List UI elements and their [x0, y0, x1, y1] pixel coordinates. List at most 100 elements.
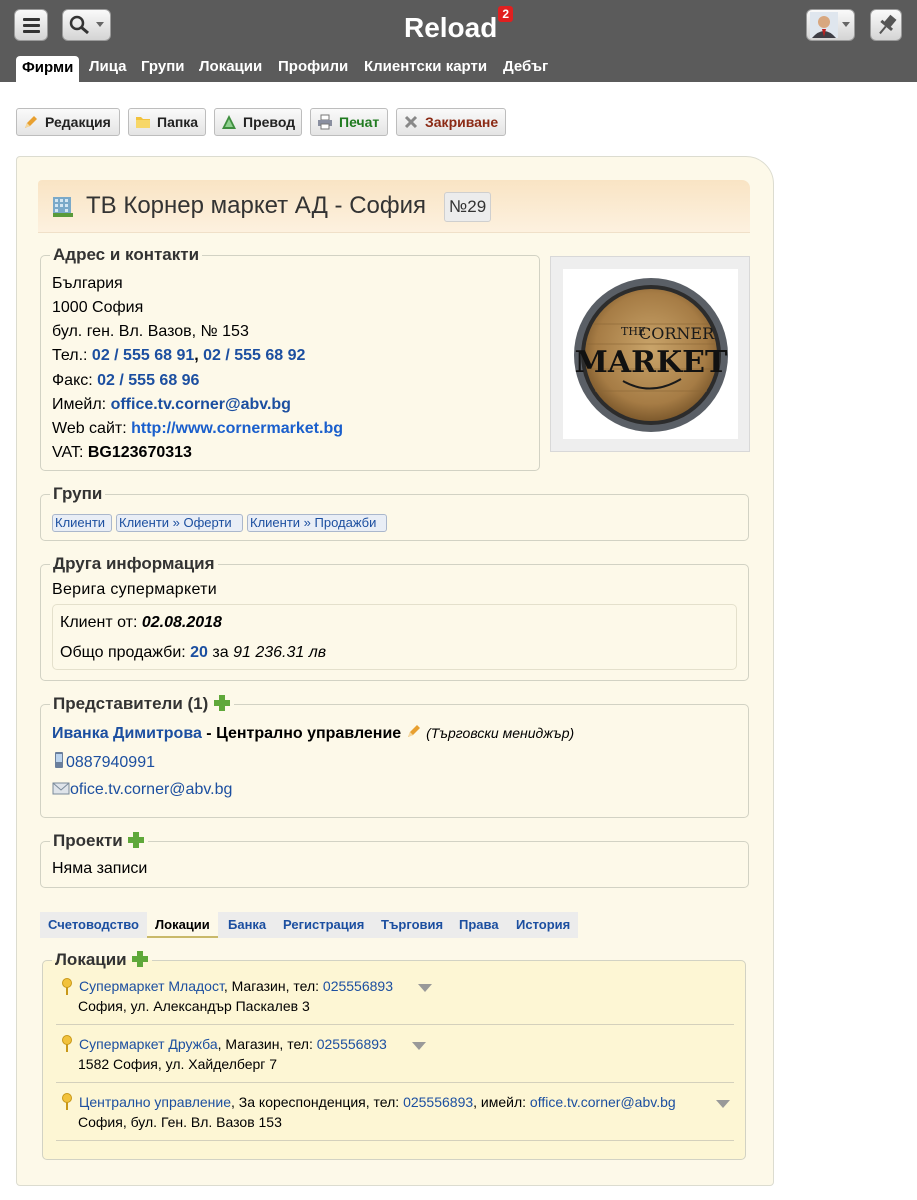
representative-role: (Търговски мениджър): [426, 725, 575, 741]
company-number-badge: №29: [444, 192, 492, 222]
location-name-link[interactable]: Супермаркет Дружба: [79, 1036, 218, 1052]
transfer-button[interactable]: Превод: [214, 108, 302, 136]
fax-link[interactable]: 02 / 555 68 96: [97, 372, 199, 389]
address-city: 1000 София: [52, 299, 144, 316]
close-icon: [404, 115, 418, 129]
representative-email-row: ofice.tv.corner@abv.bg: [52, 780, 232, 799]
group-chip-clients-offers[interactable]: Клиенти » Оферти: [116, 514, 243, 532]
location-address: 1582 София, ул. Хайделберг 7: [78, 1056, 278, 1072]
tab-bank[interactable]: Банка: [228, 912, 266, 938]
description-text: Верига супермаркети: [52, 581, 218, 598]
logo-text-market: MARKET: [575, 345, 728, 380]
location-address: София, ул. Александър Паскалев 3: [78, 998, 310, 1014]
user-menu-button[interactable]: [806, 9, 855, 41]
email-link[interactable]: office.tv.corner@abv.bg: [111, 396, 291, 413]
phone-link-1[interactable]: 02 / 555 68 91: [92, 347, 194, 364]
nav-tab-persons[interactable]: Лица: [83, 54, 133, 82]
tab-history[interactable]: История: [516, 912, 570, 938]
add-location-icon[interactable]: [131, 950, 149, 968]
print-button[interactable]: Печат: [310, 108, 388, 136]
company-logo[interactable]: THE CORNER MARKET: [563, 269, 738, 439]
address-legend: Адрес и контакти: [53, 245, 200, 264]
location-phone-link[interactable]: 025556893: [403, 1094, 473, 1110]
location-type: , За кореспонденция, тел:: [231, 1094, 404, 1110]
folder-button[interactable]: Папка: [128, 108, 206, 136]
location-dropdown-caret[interactable]: [418, 984, 432, 992]
nav-tab-profiles[interactable]: Профили: [272, 54, 354, 82]
company-logo-frame[interactable]: THE CORNER MARKET: [550, 256, 750, 452]
group-chip-clients-sales[interactable]: Клиенти » Продажби: [247, 514, 387, 532]
location-dropdown-caret[interactable]: [412, 1042, 426, 1050]
group-chip-clients[interactable]: Клиенти: [52, 514, 112, 532]
sales-amount: 91 236.31 лв: [233, 644, 327, 661]
email-label: Имейл:: [52, 396, 111, 413]
add-project-icon[interactable]: [127, 831, 145, 849]
sales-count-link[interactable]: 20: [190, 644, 208, 661]
nav-tab-groups[interactable]: Групи: [135, 54, 191, 82]
logo-text-corner: CORNER: [639, 324, 715, 343]
location-pin-icon: [62, 1093, 72, 1110]
pencil-icon: [25, 116, 37, 128]
location-type: , Магазин, тел:: [223, 978, 323, 994]
total-sales-label: Общо продажби:: [60, 644, 191, 661]
tab-locations[interactable]: Локации: [147, 912, 218, 938]
main-nav: Фирми Лица Групи Локации Профили Клиентс…: [0, 54, 917, 82]
company-name: ТВ Корнер маркет АД - София: [86, 192, 427, 219]
projects-empty-text: Няма записи: [52, 860, 148, 877]
nav-tab-locations[interactable]: Локации: [193, 54, 268, 82]
building-icon: [53, 197, 73, 217]
web-row: Web сайт: http://www.cornermarket.bg: [52, 420, 343, 438]
location-name-link[interactable]: Централно управление: [79, 1094, 231, 1110]
groups-legend: Групи: [53, 484, 103, 503]
location-item-3: Централно управление, За кореспонденция,…: [79, 1094, 676, 1110]
web-label: Web сайт:: [52, 420, 132, 437]
location-email-link[interactable]: office.tv.corner@abv.bg: [530, 1094, 676, 1110]
tab-registration[interactable]: Регистрация: [283, 912, 364, 938]
notification-badge[interactable]: 2: [498, 6, 514, 22]
representative-name-link[interactable]: Иванка Димитрова: [52, 725, 202, 742]
nav-tab-firms[interactable]: Фирми: [16, 56, 80, 82]
location-email-label: , имейл:: [473, 1094, 530, 1110]
location-dropdown-caret[interactable]: [716, 1100, 730, 1108]
projects-legend: Проекти: [50, 831, 148, 851]
avatar: [810, 12, 850, 38]
client-since-date: 02.08.2018: [141, 614, 222, 631]
nav-tab-client-cards[interactable]: Клиентски карти: [358, 54, 493, 82]
close-button[interactable]: Закриване: [396, 108, 506, 136]
tab-trade[interactable]: Търговия: [381, 912, 443, 938]
email-icon: [52, 782, 70, 795]
phone-link-2[interactable]: 02 / 555 68 92: [203, 347, 305, 364]
location-item-1: Супермаркет Младост, Магазин, тел: 02555…: [79, 978, 393, 994]
web-link[interactable]: http://www.cornermarket.bg: [131, 420, 343, 437]
corner-market-logo: THE CORNER MARKET: [574, 278, 728, 432]
location-item-2: Супермаркет Дружба, Магазин, тел: 025556…: [79, 1036, 387, 1052]
address-country: България: [52, 275, 123, 292]
locations-legend: Локации: [52, 950, 152, 970]
nav-tab-debug[interactable]: Дебъг: [497, 54, 554, 82]
fax-label: Факс:: [52, 372, 98, 389]
email-row: Имейл: office.tv.corner@abv.bg: [52, 396, 291, 414]
pin-button[interactable]: [870, 9, 902, 41]
top-bar: Reload 2: [0, 0, 917, 54]
vat-value: BG123670313: [87, 444, 192, 461]
representative-phone-link[interactable]: 0887940991: [66, 754, 155, 771]
tab-accounting[interactable]: Счетоводство: [48, 912, 139, 938]
location-separator: [56, 1024, 734, 1025]
tab-rights[interactable]: Права: [459, 912, 499, 938]
transfer-icon: [222, 115, 236, 129]
representative-email-link[interactable]: ofice.tv.corner@abv.bg: [70, 781, 232, 798]
app-title[interactable]: Reload 2: [0, 6, 917, 44]
total-sales-row: Общо продажби: 20 за 91 236.31 лв: [60, 644, 326, 662]
location-phone-link[interactable]: 025556893: [317, 1036, 387, 1052]
add-representative-icon[interactable]: [213, 694, 231, 712]
vat-row: VAT: BG123670313: [52, 444, 192, 462]
printer-icon: [318, 114, 332, 130]
address-street: бул. ген. Вл. Вазов, № 153: [52, 323, 249, 340]
edit-button[interactable]: Редакция: [16, 108, 120, 136]
location-name-link[interactable]: Супермаркет Младост: [79, 978, 224, 994]
location-address: София, бул. Ген. Вл. Вазов 153: [78, 1114, 282, 1130]
location-pin-icon: [62, 1035, 72, 1052]
location-phone-link[interactable]: 025556893: [323, 978, 393, 994]
groups-section: Групи: [40, 484, 749, 541]
edit-pencil-icon[interactable]: [406, 723, 422, 739]
